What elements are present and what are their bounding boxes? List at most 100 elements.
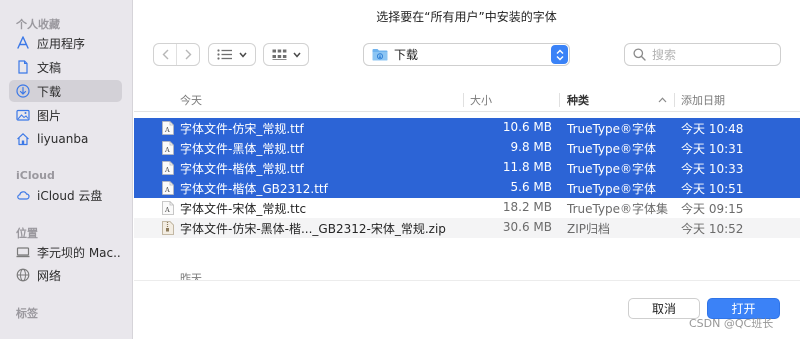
nav-button-group — [153, 43, 200, 66]
chevron-right-icon — [185, 49, 192, 60]
grid-view-icon — [272, 49, 286, 60]
download-icon — [16, 84, 30, 98]
sort-ascending-icon — [658, 97, 667, 103]
svg-text:A: A — [164, 126, 170, 134]
file-name: 字体文件-楷体_GB2312.ttf — [180, 182, 328, 196]
file-row[interactable]: A 字体文件-楷体_GB2312.ttf 5.6 MB TrueType®字体 今天 1… — [134, 178, 800, 198]
location-label: 下载 — [394, 48, 419, 62]
font-file-icon: A — [162, 181, 174, 195]
sidebar-item-documents[interactable]: 文稿 — [9, 56, 122, 78]
file-date: 今天 10:48 — [681, 122, 744, 136]
icloud-icon — [16, 188, 30, 202]
file-name: 字体文件-仿宋-黑体-楷..._GB2312-宋体_常规.zip — [180, 222, 446, 236]
location-stepper[interactable] — [551, 45, 568, 64]
column-header-size[interactable]: 大小 — [463, 88, 558, 112]
sidebar-item-label: 图片 — [37, 108, 62, 123]
document-icon — [16, 60, 30, 74]
sidebar-item-label: 网络 — [37, 268, 62, 283]
applications-icon — [16, 36, 30, 50]
footer-divider — [134, 280, 800, 281]
column-header-date-label: 添加日期 — [681, 94, 725, 107]
sidebar-item-pictures[interactable]: 图片 — [9, 104, 122, 126]
svg-text:A: A — [164, 186, 170, 194]
svg-text:A: A — [164, 206, 170, 214]
svg-text:A: A — [164, 146, 170, 154]
file-size: 10.6 MB — [502, 120, 552, 134]
file-name: 字体文件-楷体_常规.ttf — [180, 162, 304, 176]
watermark: CSDN @QC班长 — [689, 317, 774, 330]
column-header-name[interactable]: 今天 — [180, 88, 202, 112]
svg-text:A: A — [164, 166, 170, 174]
file-list: 今天 大小 种类 添加日期 A 字体文件-仿宋_常规.ttf 10.6 MB True… — [134, 88, 800, 280]
font-file-icon: A — [162, 201, 174, 215]
file-size: 11.8 MB — [502, 160, 552, 174]
sidebar: 个人收藏 应用程序 文稿 下载 图片 liyuanba iCloud iClou… — [0, 0, 133, 339]
home-icon — [16, 132, 30, 146]
search-icon — [633, 48, 646, 61]
file-row[interactable]: A 字体文件-宋体_常规.ttc 18.2 MB TrueType®字体集 今天 09:… — [134, 198, 800, 218]
sidebar-item-label: 李元坝的 Mac... — [37, 245, 122, 260]
column-header-kind-label: 种类 — [567, 94, 589, 107]
file-size: 5.6 MB — [510, 180, 552, 194]
column-header-date[interactable]: 添加日期 — [674, 88, 800, 112]
file-row[interactable]: A 字体文件-仿宋_常规.ttf 10.6 MB TrueType®字体 今天 10:4… — [134, 118, 800, 138]
file-row[interactable]: A 字体文件-黑体_常规.ttf 9.8 MB TrueType®字体 今天 10:31 — [134, 138, 800, 158]
pictures-icon — [16, 108, 30, 122]
computer-icon — [16, 245, 30, 259]
network-icon — [16, 268, 30, 282]
location-popup[interactable]: 下载 — [363, 43, 570, 66]
file-kind: TrueType®字体集 — [567, 202, 669, 216]
column-header-size-label: 大小 — [470, 94, 492, 107]
group-label-yesterday: 昨天 — [180, 272, 202, 280]
file-size: 30.6 MB — [502, 220, 552, 234]
chevron-down-icon — [239, 52, 247, 58]
file-kind: TrueType®字体 — [567, 162, 657, 176]
file-row[interactable]: A 字体文件-楷体_常规.ttf 11.8 MB TrueType®字体 今天 10:3… — [134, 158, 800, 178]
sidebar-item-applications[interactable]: 应用程序 — [9, 32, 122, 54]
file-kind: ZIP归档 — [567, 222, 610, 236]
font-file-icon: A — [162, 161, 174, 175]
list-view-button[interactable] — [208, 43, 256, 66]
file-size: 9.8 MB — [510, 140, 552, 154]
sidebar-item-label: iCloud 云盘 — [37, 188, 103, 203]
dialog-title: 选择要在“所有用户”中安装的字体 — [376, 10, 557, 24]
sidebar-item-label: 下载 — [37, 84, 62, 99]
grid-view-button[interactable] — [263, 43, 309, 66]
file-kind: TrueType®字体 — [567, 142, 657, 156]
file-name: 字体文件-仿宋_常规.ttf — [180, 122, 304, 136]
file-size: 18.2 MB — [502, 200, 552, 214]
sidebar-section-tags: 标签 — [16, 307, 38, 320]
sidebar-item-icloud-drive[interactable]: iCloud 云盘 — [9, 184, 122, 206]
font-file-icon: A — [162, 141, 174, 155]
file-date: 今天 10:31 — [681, 142, 744, 156]
sidebar-item-label: liyuanba — [37, 132, 89, 146]
search-field[interactable] — [624, 43, 781, 66]
chevron-left-icon — [162, 49, 169, 60]
sidebar-item-label: 应用程序 — [37, 36, 86, 51]
sidebar-item-this-mac[interactable]: 李元坝的 Mac... — [9, 241, 122, 263]
file-rows: A 字体文件-仿宋_常规.ttf 10.6 MB TrueType®字体 今天 10:4… — [134, 118, 800, 238]
file-row[interactable]: 字体文件-仿宋-黑体-楷..._GB2312-宋体_常规.zip 30.6 MB Z… — [134, 218, 800, 238]
folder-icon — [372, 49, 388, 61]
forward-button[interactable] — [176, 44, 199, 65]
chevron-down-icon — [292, 52, 301, 58]
column-header-kind[interactable]: 种类 — [559, 88, 673, 112]
font-file-icon: A — [162, 121, 174, 135]
search-input[interactable] — [652, 47, 772, 62]
file-name: 字体文件-宋体_常规.ttc — [180, 202, 307, 216]
file-kind: TrueType®字体 — [567, 122, 657, 136]
file-date: 今天 10:33 — [681, 162, 744, 176]
sidebar-section-locations: 位置 — [16, 227, 38, 240]
sidebar-item-home[interactable]: liyuanba — [9, 128, 122, 150]
zip-file-icon — [162, 221, 174, 235]
file-kind: TrueType®字体 — [567, 182, 657, 196]
sidebar-item-network[interactable]: 网络 — [9, 264, 122, 286]
up-down-chevron-icon — [556, 49, 563, 60]
sidebar-section-favorites: 个人收藏 — [16, 18, 60, 31]
file-date: 今天 10:51 — [681, 182, 744, 196]
file-date: 今天 09:15 — [681, 202, 744, 216]
sidebar-item-downloads[interactable]: 下载 — [9, 80, 122, 102]
file-date: 今天 10:52 — [681, 222, 744, 236]
sidebar-item-label: 文稿 — [37, 60, 62, 75]
back-button[interactable] — [154, 44, 176, 65]
